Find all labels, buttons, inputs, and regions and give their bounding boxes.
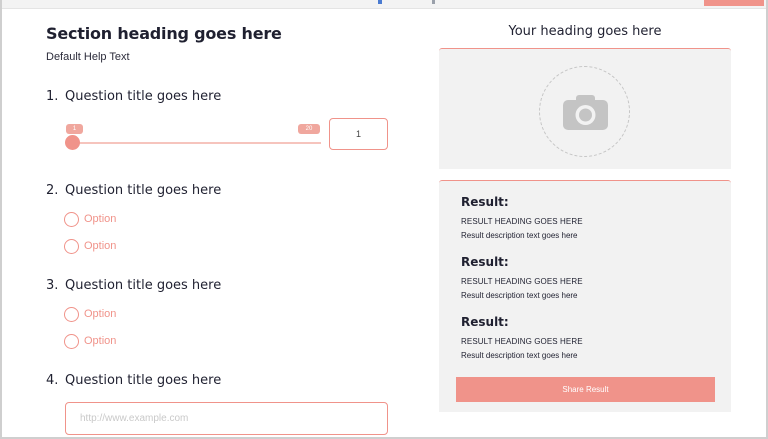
top-bar-marker [378,0,382,4]
option-label: Option [84,335,117,347]
slider-max-badge: 20 [298,124,320,134]
radio-button[interactable] [64,333,79,349]
question-title: Question title goes here [65,373,222,388]
camera-icon [563,95,608,130]
question-3-title: 3. Question title goes here [46,278,221,293]
top-bar-accent-button[interactable] [704,0,764,6]
option-radio[interactable]: Option [64,211,116,227]
question-2-title: 2. Question title goes here [46,183,221,198]
result-title: Result: [461,195,509,209]
result-title: Result: [461,255,509,269]
question-number: 1. [46,89,59,104]
question-title: Question title goes here [65,89,222,104]
result-description: Result description text goes here [461,291,578,300]
option-radio[interactable]: Option [64,306,116,322]
question-number: 4. [46,373,59,388]
question-title: Question title goes here [65,278,222,293]
result-title: Result: [461,315,509,329]
question-1-title: 1. Question title goes here [46,89,221,104]
question-4-title: 4. Question title goes here [46,373,221,388]
result-heading: RESULT HEADING GOES HERE [461,337,583,346]
share-result-button[interactable]: Share Result [456,377,715,402]
radio-button[interactable] [64,211,79,227]
question-title: Question title goes here [65,183,222,198]
help-text: Default Help Text [46,51,130,63]
question-number: 3. [46,278,59,293]
radio-button[interactable] [64,238,79,254]
result-description: Result description text goes here [461,351,578,360]
result-description: Result description text goes here [461,231,578,240]
option-radio[interactable]: Option [64,333,116,349]
option-label: Option [84,213,117,225]
slider-handle[interactable] [65,135,80,150]
option-radio[interactable]: Option [64,238,116,254]
top-bar-marker [432,0,435,4]
right-heading: Your heading goes here [508,24,662,39]
result-card: Result: RESULT HEADING GOES HERE Result … [439,180,731,412]
radio-button[interactable] [64,306,79,322]
section-heading: Section heading goes here [46,24,282,43]
option-label: Option [84,240,117,252]
question-number: 2. [46,183,59,198]
image-placeholder-card[interactable] [439,48,731,169]
slider-min-badge: 1 [66,124,83,134]
image-upload-circle[interactable] [539,66,630,157]
url-input[interactable] [65,402,388,435]
result-heading: RESULT HEADING GOES HERE [461,217,583,226]
top-bar [0,0,768,9]
frame-border [0,0,2,439]
slider-value-field[interactable]: 1 [329,118,388,150]
option-label: Option [84,308,117,320]
result-heading: RESULT HEADING GOES HERE [461,277,583,286]
slider-track[interactable] [66,142,321,144]
